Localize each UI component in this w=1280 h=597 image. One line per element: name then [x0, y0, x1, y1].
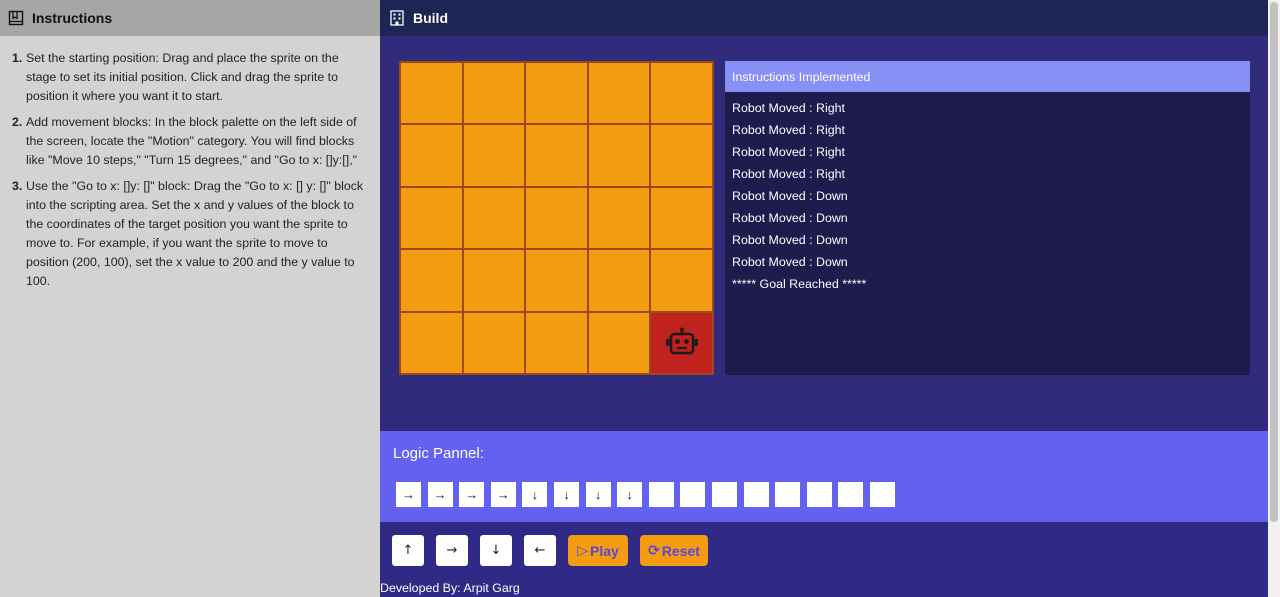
build-title: Build — [413, 10, 448, 26]
instructions-title: Instructions — [32, 10, 113, 26]
reset-icon: ⟳ — [648, 542, 660, 559]
grid-cell-robot — [651, 312, 712, 373]
grid-cell — [651, 63, 712, 124]
building-icon — [390, 10, 404, 26]
logic-slot[interactable] — [743, 482, 769, 507]
logic-slot[interactable]: ↓ — [553, 482, 579, 507]
log-lines: Robot Moved : Right Robot Moved : Right … — [725, 92, 1250, 304]
log-line: Robot Moved : Right — [732, 123, 845, 137]
logic-slot[interactable]: → — [459, 482, 485, 507]
log-line: Robot Moved : Right — [732, 101, 845, 115]
grid-cell — [463, 187, 525, 249]
grid-cell — [526, 312, 587, 373]
grid-cell — [463, 63, 525, 124]
reset-label: Reset — [661, 542, 700, 559]
move-up-button[interactable]: ↑ — [392, 535, 424, 566]
log-line: Robot Moved : Down — [732, 189, 848, 203]
grid-cell — [588, 312, 650, 373]
logic-slot[interactable] — [680, 482, 706, 507]
build-header: Build — [380, 0, 1268, 36]
grid-cell — [651, 125, 712, 186]
log-title: Instructions Implemented — [725, 61, 1250, 92]
list-item-number: 2. — [12, 115, 23, 129]
logic-slot[interactable]: ↓ — [585, 482, 611, 507]
log-line: ***** Goal Reached ***** — [732, 277, 867, 291]
grid-cell — [588, 63, 650, 124]
grid-cell — [588, 250, 650, 311]
vertical-scrollbar[interactable] — [1268, 0, 1280, 597]
logic-slot[interactable] — [775, 482, 801, 507]
move-down-button[interactable]: ↓ — [480, 535, 512, 566]
grid-cell — [401, 125, 462, 186]
stage-grid — [399, 61, 714, 375]
log-line: Robot Moved : Down — [732, 255, 848, 269]
instructions-log: Instructions Implemented Robot Moved : R… — [725, 61, 1250, 375]
grid-cell — [463, 125, 525, 186]
book-icon — [8, 10, 24, 26]
log-line: Robot Moved : Down — [732, 211, 848, 225]
list-item: 2. Add movement blocks: In the block pal… — [12, 113, 368, 170]
logic-slot[interactable] — [648, 482, 674, 507]
logic-slots: → → → → ↓ ↓ ↓ ↓ — [396, 482, 902, 507]
play-button[interactable]: ▷ Play — [568, 535, 628, 566]
instructions-list: 1. Set the starting position: Drag and p… — [0, 36, 380, 291]
log-line: Robot Moved : Down — [732, 233, 848, 247]
list-item-number: 1. — [12, 51, 23, 65]
logic-slot[interactable]: → — [396, 482, 421, 507]
list-item-text: Set the starting position: Drag and plac… — [26, 51, 339, 103]
stage-area: Instructions Implemented Robot Moved : R… — [380, 36, 1268, 431]
instructions-panel: Instructions 1. Set the starting positio… — [0, 0, 380, 597]
logic-panel: Logic Pannel: → → → → ↓ ↓ ↓ ↓ — [380, 431, 1268, 522]
build-panel: Build Instructions Implemented Robot Mov… — [380, 0, 1268, 597]
move-right-button[interactable]: → — [436, 535, 468, 566]
list-item: 3. Use the "Go to x: []y: []" block: Dra… — [12, 177, 368, 291]
list-item: 1. Set the starting position: Drag and p… — [12, 49, 368, 106]
grid-cell — [526, 250, 587, 311]
play-icon: ▷ — [577, 542, 588, 559]
logic-slot[interactable] — [869, 482, 895, 507]
list-item-number: 3. — [12, 179, 23, 193]
instructions-header: Instructions — [0, 0, 380, 36]
logic-slot[interactable] — [711, 482, 737, 507]
play-label: Play — [589, 542, 619, 559]
logic-slot[interactable]: → — [427, 482, 453, 507]
controls-bar: ↑ → ↓ ← ▷ Play ⟳ Reset — [380, 522, 1268, 579]
logic-slot[interactable]: → — [490, 482, 516, 507]
grid-cell — [651, 250, 712, 311]
list-item-text: Add movement blocks: In the block palett… — [26, 115, 358, 167]
logic-slot[interactable]: ↓ — [617, 482, 643, 507]
footer-credit: Developed By: Arpit Garg — [380, 579, 1268, 597]
logic-panel-title: Logic Pannel: — [393, 445, 484, 462]
move-left-button[interactable]: ← — [524, 535, 556, 566]
grid-cell — [463, 312, 525, 373]
grid-cell — [651, 187, 712, 249]
list-item-text: Use the "Go to x: []y: []" block: Drag t… — [26, 179, 364, 288]
grid-cell — [401, 63, 462, 124]
logic-slot[interactable] — [838, 482, 864, 507]
scrollbar-thumb[interactable] — [1270, 2, 1278, 522]
logic-slot[interactable]: ↓ — [522, 482, 548, 507]
grid-cell — [526, 125, 587, 186]
grid-cell — [401, 312, 462, 373]
robot-icon[interactable] — [664, 327, 700, 359]
grid-cell — [401, 187, 462, 249]
logic-slot[interactable] — [806, 482, 832, 507]
log-line: Robot Moved : Right — [732, 167, 845, 181]
grid-cell — [463, 250, 525, 311]
reset-button[interactable]: ⟳ Reset — [640, 535, 708, 566]
grid-cell — [526, 63, 587, 124]
log-line: Robot Moved : Right — [732, 145, 845, 159]
grid-cell — [401, 250, 462, 311]
grid-cell — [588, 125, 650, 186]
grid-cell — [588, 187, 650, 249]
grid-cell — [526, 187, 587, 249]
